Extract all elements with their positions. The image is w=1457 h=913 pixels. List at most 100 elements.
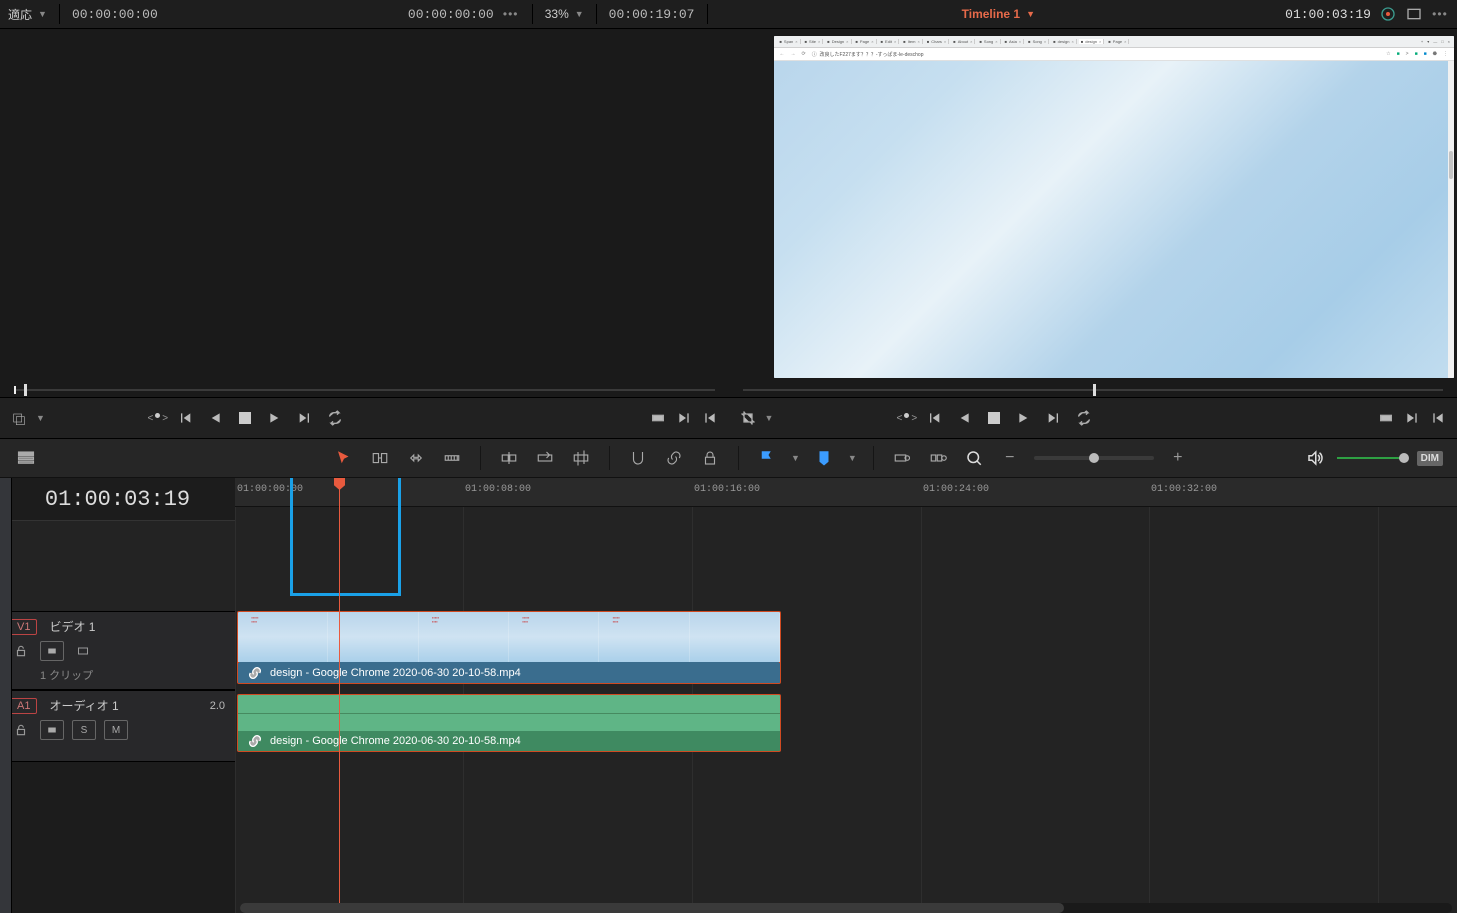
timeline-name: Timeline 1 [962, 7, 1020, 21]
chevron-down-icon[interactable]: ▼ [791, 453, 800, 463]
timeline-scrubber[interactable] [729, 381, 1457, 397]
chevron-down-icon: ▼ [1026, 9, 1035, 19]
mute-button[interactable]: M [104, 720, 128, 740]
ruler-label: 01:00:24:00 [923, 484, 989, 495]
topbar: 適応 ▼ 00:00:00:00 00:00:00:00 ••• 33% ▼ 0… [0, 0, 1457, 29]
lock-icon[interactable] [698, 446, 722, 470]
audio-track-name: オーディオ 1 [49, 697, 118, 714]
stop-button[interactable] [236, 409, 254, 427]
timeline-big-timecode: 01:00:03:19 [0, 478, 235, 520]
timeline-transport: ▼ <> [729, 398, 1457, 438]
clip-name: design - Google Chrome 2020-06-30 20-10-… [270, 667, 521, 679]
track-auto-select-icon[interactable] [40, 641, 64, 661]
play-reverse-button[interactable] [955, 409, 973, 427]
audio-track-tag[interactable]: A1 [10, 698, 37, 714]
source-timecode-left: 00:00:00:00 [72, 7, 158, 22]
zoom-custom-icon[interactable] [962, 446, 986, 470]
more-options-icon[interactable]: ••• [502, 5, 520, 23]
flag-icon[interactable] [755, 446, 779, 470]
preview-browser-body [774, 61, 1455, 378]
track-visibility-icon[interactable] [72, 642, 94, 660]
solo-button[interactable]: S [72, 720, 96, 740]
audio-track-header[interactable]: A1 オーディオ 1 2.0 S M [0, 690, 235, 762]
timeline-view-options-icon[interactable] [14, 446, 38, 470]
prev-edit-button[interactable] [1429, 409, 1447, 427]
replace-clip-icon[interactable] [569, 446, 593, 470]
source-fit-dropdown[interactable]: 適応 ▼ [8, 6, 47, 23]
single-viewer-icon[interactable] [1405, 5, 1423, 23]
video-clip[interactable]: ▪▪▪▪▪▪▪▪▪ ▪▪▪▪▪▪▪▪▪ ▪▪▪▪▪▪▪▪▪ ▪▪▪▪▪▪▪▪▪ … [237, 611, 781, 684]
go-start-button[interactable] [176, 409, 194, 427]
match-frame-icon[interactable] [10, 409, 28, 427]
audio-channels: 2.0 [210, 700, 225, 712]
zoom-dropdown[interactable]: 33% ▼ [545, 7, 584, 21]
prev-next-clip[interactable]: <> [147, 413, 168, 424]
ruler-label: 01:00:08:00 [465, 484, 531, 495]
chevron-down-icon[interactable]: ▼ [765, 413, 774, 423]
timeline-horizontal-scrollbar[interactable] [240, 903, 1452, 913]
timeline-name-dropdown[interactable]: Timeline 1 ▼ [962, 7, 1035, 21]
zoom-in-button[interactable]: + [1166, 446, 1190, 470]
bypass-grades-icon[interactable] [1379, 5, 1397, 23]
play-button[interactable] [1015, 409, 1033, 427]
link-icon[interactable] [662, 446, 686, 470]
dynamic-trim-tool-icon[interactable] [404, 446, 428, 470]
ruler-label: 01:00:16:00 [694, 484, 760, 495]
timeline-viewer: ■Span× ■Site× ■Design× ■Page× ■Edit× ■It… [729, 29, 1457, 397]
zoom-out-button[interactable]: − [998, 446, 1022, 470]
go-start-button[interactable] [925, 409, 943, 427]
preview-browser-window: ■Span× ■Site× ■Design× ■Page× ■Edit× ■It… [773, 35, 1456, 379]
track-lock-icon[interactable] [10, 721, 32, 739]
snap-icon[interactable] [626, 446, 650, 470]
go-end-button[interactable] [296, 409, 314, 427]
source-canvas[interactable] [0, 29, 729, 381]
blade-tool-icon[interactable] [440, 446, 464, 470]
overwrite-clip-icon[interactable] [533, 446, 557, 470]
video-track-header[interactable]: V1 ビデオ 1 1 クリップ [0, 611, 235, 690]
source-scrubber[interactable] [0, 381, 729, 397]
play-button[interactable] [266, 409, 284, 427]
timeline-ruler[interactable]: 01:00:00:00 01:00:08:00 01:00:16:00 01:0… [235, 478, 1457, 507]
selection-tool-icon[interactable] [332, 446, 356, 470]
video-track-tag[interactable]: V1 [10, 619, 37, 635]
audio-clip[interactable]: design - Google Chrome 2020-06-30 20-10-… [237, 694, 781, 752]
volume-icon[interactable] [1303, 446, 1327, 470]
track-lock-icon[interactable] [10, 642, 32, 660]
chevron-down-icon[interactable]: ▼ [36, 413, 45, 423]
loop-button[interactable] [326, 409, 344, 427]
timeline-canvas[interactable]: ■Span× ■Site× ■Design× ■Page× ■Edit× ■It… [729, 29, 1457, 381]
trim-edit-tool-icon[interactable] [368, 446, 392, 470]
insert-clip-icon[interactable] [497, 446, 521, 470]
ruler-label: 01:00:00:00 [237, 484, 303, 495]
volume-slider[interactable] [1337, 457, 1407, 459]
duration-timecode: 00:00:19:07 [609, 7, 695, 22]
more-options-icon[interactable]: ••• [1431, 5, 1449, 23]
marker-icon[interactable] [812, 446, 836, 470]
next-edit-button[interactable] [1403, 409, 1421, 427]
crop-icon[interactable] [739, 409, 757, 427]
track-headers: 01:00:03:19 V1 ビデオ 1 1 クリップ A1 オーディオ 1 2… [0, 478, 235, 913]
viewers: ■Span× ■Site× ■Design× ■Page× ■Edit× ■It… [0, 29, 1457, 397]
prev-edit-button[interactable] [701, 409, 719, 427]
timeline-tracks[interactable]: 01:00:00:00 01:00:08:00 01:00:16:00 01:0… [235, 478, 1457, 913]
dim-button[interactable]: DIM [1417, 451, 1443, 466]
next-edit-button[interactable] [675, 409, 693, 427]
mark-in-out-icon[interactable] [649, 409, 667, 427]
zoom-full-icon[interactable] [890, 446, 914, 470]
link-icon [246, 732, 264, 750]
go-end-button[interactable] [1045, 409, 1063, 427]
chevron-down-icon[interactable]: ▼ [848, 453, 857, 463]
loop-button[interactable] [1075, 409, 1093, 427]
track-auto-select-icon[interactable] [40, 720, 64, 740]
zoom-value: 33% [545, 7, 569, 21]
zoom-detail-icon[interactable] [926, 446, 950, 470]
timeline-area: 01:00:03:19 V1 ビデオ 1 1 クリップ A1 オーディオ 1 2… [0, 478, 1457, 913]
prev-next-clip[interactable]: <> [897, 413, 918, 424]
clip-name: design - Google Chrome 2020-06-30 20-10-… [270, 735, 521, 747]
video-track-name: ビデオ 1 [49, 618, 95, 635]
play-reverse-button[interactable] [206, 409, 224, 427]
mark-in-out-icon[interactable] [1377, 409, 1395, 427]
video-clip-count: 1 クリップ [40, 667, 225, 683]
zoom-slider[interactable] [1034, 456, 1154, 460]
stop-button[interactable] [985, 409, 1003, 427]
